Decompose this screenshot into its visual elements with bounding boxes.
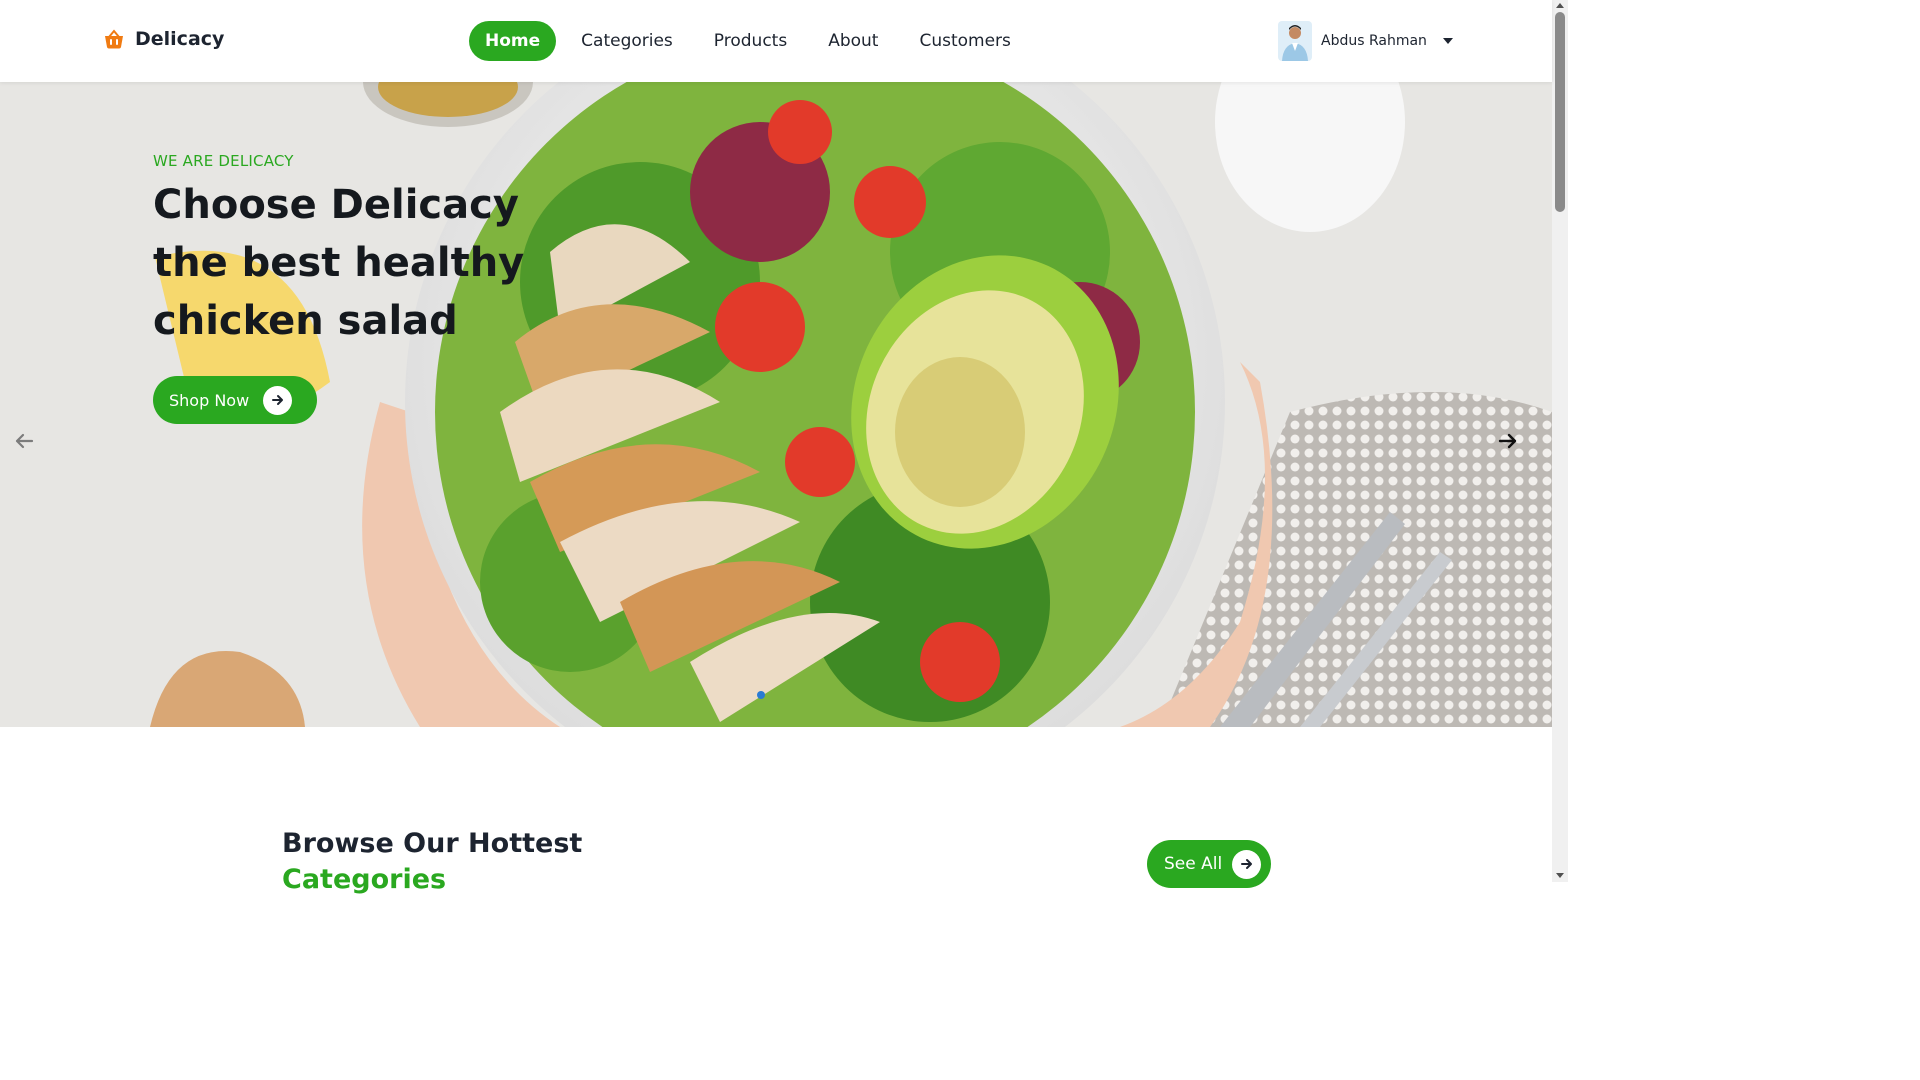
- hero-content: WE ARE DELICACY Choose Delicacy the best…: [153, 152, 533, 424]
- page-scrollbar[interactable]: [1552, 0, 1568, 882]
- nav-products[interactable]: Products: [698, 21, 803, 61]
- nav-customers[interactable]: Customers: [903, 21, 1026, 61]
- hero-eyebrow: WE ARE DELICACY: [153, 152, 294, 170]
- nav-categories[interactable]: Categories: [565, 21, 689, 61]
- carousel-next-icon[interactable]: [1497, 431, 1519, 451]
- brand-logo[interactable]: Delicacy: [103, 28, 224, 50]
- carousel-dot[interactable]: [757, 691, 765, 699]
- nav-about[interactable]: About: [812, 21, 894, 61]
- main-nav: Home Categories Products About Customers: [469, 21, 1036, 61]
- browse-subtitle: Categories: [282, 864, 447, 895]
- scroll-down-icon[interactable]: [1556, 873, 1564, 878]
- scroll-up-icon[interactable]: [1556, 3, 1564, 8]
- hero-title: Choose Delicacy the best healthy chicken…: [153, 182, 525, 344]
- see-all-button[interactable]: See All: [1147, 840, 1271, 888]
- caret-down-icon[interactable]: [1442, 37, 1454, 45]
- user-name: Abdus Rahman: [1321, 33, 1427, 49]
- hero-carousel: WE ARE DELICACY Choose Delicacy the best…: [0, 82, 1552, 727]
- nav-home[interactable]: Home: [469, 21, 557, 61]
- browse-title: Browse Our Hottest: [282, 828, 583, 859]
- user-menu[interactable]: Abdus Rahman: [1278, 21, 1454, 61]
- avatar: [1278, 21, 1312, 61]
- shop-now-label: Shop Now: [169, 390, 250, 410]
- basket-icon: [105, 29, 123, 49]
- arrow-right-icon: [263, 385, 293, 415]
- scroll-thumb[interactable]: [1555, 12, 1565, 212]
- brand-name: Delicacy: [135, 28, 225, 50]
- shop-now-button[interactable]: Shop Now: [153, 376, 317, 424]
- top-navbar: Delicacy Home Categories Products About …: [0, 0, 1552, 82]
- see-all-label: See All: [1164, 854, 1223, 874]
- carousel-prev-icon[interactable]: [13, 431, 35, 451]
- arrow-right-icon: [1232, 849, 1262, 879]
